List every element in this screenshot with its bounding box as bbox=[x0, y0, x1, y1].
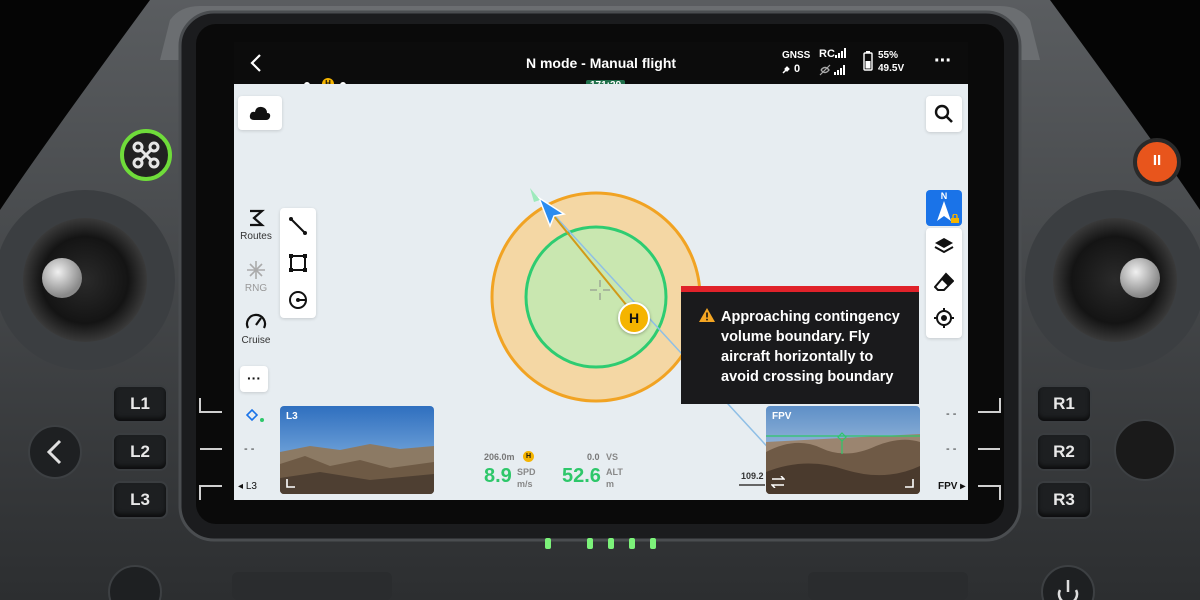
home-point-marker: H bbox=[618, 302, 650, 334]
speed-label: SPD bbox=[517, 467, 536, 477]
routes-button[interactable]: Routes bbox=[234, 208, 278, 242]
map-scale-value: 109.2 bbox=[741, 471, 764, 481]
speedometer-icon bbox=[245, 313, 267, 329]
vertical-speed-value: 0.0 bbox=[587, 452, 600, 462]
rc-label: RC bbox=[819, 48, 835, 60]
speed-unit: m/s bbox=[517, 479, 533, 489]
routes-label: Routes bbox=[240, 231, 272, 242]
map-scale-bar bbox=[739, 484, 765, 486]
drawing-tools-panel bbox=[280, 208, 316, 318]
l3-camera-label: L3 bbox=[286, 411, 298, 422]
altitude-label: ALT bbox=[606, 467, 623, 477]
right-side-dash: - - bbox=[946, 408, 957, 420]
vertical-speed-label: VS bbox=[606, 452, 619, 462]
left-camera-switch[interactable]: ◂ L3 bbox=[238, 481, 257, 492]
r2-button[interactable]: R2 bbox=[1036, 433, 1092, 471]
search-icon bbox=[934, 104, 953, 123]
right-camera-switch[interactable]: FPV ▸ bbox=[938, 481, 965, 492]
cruise-button[interactable]: Cruise bbox=[234, 312, 278, 346]
expand-corner-icon[interactable] bbox=[904, 478, 914, 488]
gnss-count: 0 bbox=[794, 63, 801, 75]
fpv-camera-feed[interactable]: FPV bbox=[766, 406, 920, 494]
battery-percent: 55% bbox=[878, 50, 899, 61]
compass-north-button[interactable]: N bbox=[926, 190, 962, 226]
map-tools-panel bbox=[926, 228, 962, 338]
area-tool-icon[interactable] bbox=[288, 253, 308, 273]
warning-text-line1: Approaching contingency bbox=[721, 309, 900, 325]
warning-triangle-icon bbox=[699, 308, 715, 322]
pause-button[interactable]: II bbox=[1145, 152, 1169, 169]
waypoint-indicator-icon bbox=[246, 409, 264, 422]
battery-icon bbox=[863, 51, 873, 71]
battery-voltage: 49.5V bbox=[878, 63, 905, 74]
circle-tool-icon[interactable] bbox=[288, 290, 308, 310]
r3-button[interactable]: R3 bbox=[1036, 481, 1092, 519]
eraser-icon[interactable] bbox=[934, 272, 954, 292]
rng-icon bbox=[247, 261, 265, 279]
north-arrow-icon bbox=[937, 201, 951, 221]
more-menu-icon[interactable]: ··· bbox=[934, 50, 952, 73]
l3-camera-feed[interactable]: L3 bbox=[280, 406, 434, 494]
flight-mode-title: N mode - Manual flight bbox=[525, 55, 677, 71]
home-distance-icon: H bbox=[523, 451, 534, 462]
line-tool-icon[interactable] bbox=[288, 216, 308, 236]
routes-icon bbox=[250, 209, 265, 227]
flight-screen: N mode - Manual flight GNSS 0 RC 55% 49.… bbox=[234, 42, 968, 500]
rng-label: RNG bbox=[244, 283, 268, 294]
rng-button[interactable]: RNG bbox=[234, 260, 278, 294]
right-camera-bottom-label: FPV bbox=[938, 481, 958, 492]
compass-north-label: N bbox=[940, 191, 948, 201]
video-signal-icon bbox=[819, 64, 845, 76]
status-bar: N mode - Manual flight GNSS 0 RC 55% 49.… bbox=[234, 42, 968, 84]
cruise-label: Cruise bbox=[241, 335, 271, 346]
left-camera-bottom-label: L3 bbox=[245, 481, 257, 492]
search-button[interactable] bbox=[926, 96, 962, 132]
lock-icon bbox=[951, 214, 959, 223]
r1-button[interactable]: R1 bbox=[1036, 385, 1092, 423]
left-side-dash: - - bbox=[244, 443, 255, 455]
l3-camera-scene bbox=[280, 406, 434, 494]
locate-aircraft-icon[interactable] bbox=[934, 308, 954, 328]
l2-button[interactable]: L2 bbox=[112, 433, 168, 471]
l3-button[interactable]: L3 bbox=[112, 481, 168, 519]
cloud-icon bbox=[249, 106, 271, 120]
expand-corner-icon[interactable] bbox=[286, 478, 296, 488]
fpv-camera-label: FPV bbox=[772, 411, 792, 422]
gnss-label: GNSS bbox=[782, 50, 811, 61]
l1-button[interactable]: L1 bbox=[112, 385, 168, 423]
rc-signal-icon bbox=[835, 48, 846, 58]
warning-text-line3: aircraft horizontally to bbox=[721, 349, 874, 365]
right-side-dash: - - bbox=[946, 443, 957, 455]
swap-view-icon[interactable] bbox=[771, 476, 785, 488]
warning-text-line2: volume boundary. Fly bbox=[721, 329, 870, 345]
satellite-icon bbox=[782, 66, 790, 74]
layers-icon[interactable] bbox=[934, 236, 954, 256]
distance-to-home: 206.0m bbox=[484, 452, 515, 462]
warning-text-line4: avoid crossing boundary bbox=[721, 369, 894, 385]
altitude-unit: m bbox=[606, 479, 615, 489]
weather-button[interactable] bbox=[238, 96, 282, 130]
boundary-warning-popup: Approaching contingency volume boundary.… bbox=[681, 286, 919, 404]
more-tools-button[interactable]: ··· bbox=[240, 366, 268, 392]
speed-value: 8.9 bbox=[484, 465, 512, 487]
altitude-value: 52.6 bbox=[562, 465, 601, 487]
